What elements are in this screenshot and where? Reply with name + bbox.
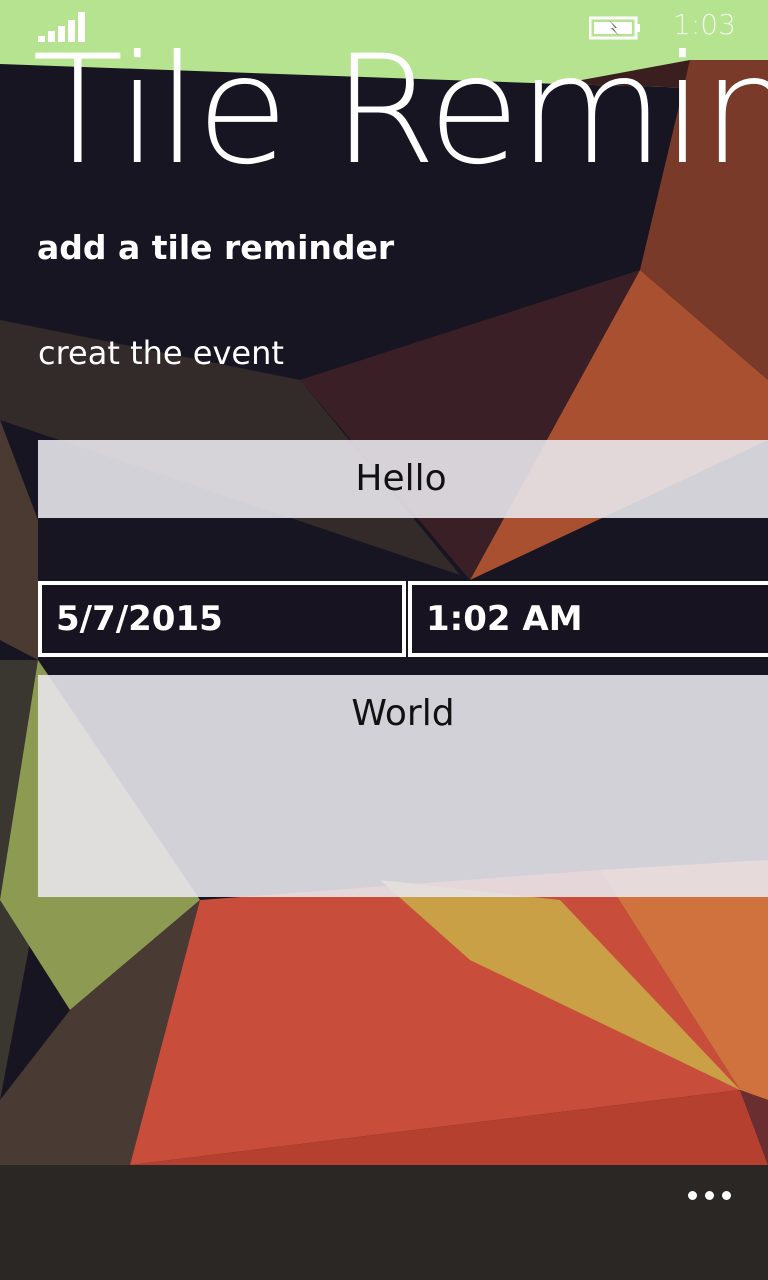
reminder-title-input[interactable]: Hello — [38, 440, 768, 518]
date-picker[interactable]: 5/7/2015 — [38, 581, 406, 657]
ellipsis-icon-dot — [705, 1191, 714, 1200]
time-picker[interactable]: 1:02 AM — [408, 581, 768, 657]
ellipsis-icon-dot — [722, 1191, 731, 1200]
date-value: 5/7/2015 — [56, 599, 223, 639]
reminder-message-input[interactable]: World — [38, 675, 768, 897]
phone-screen: 1:03 Tile Reminder add a tile reminder c… — [0, 0, 768, 1280]
app-bar — [0, 1165, 768, 1280]
time-value: 1:02 AM — [426, 599, 583, 639]
reminder-title-value: Hello — [355, 458, 447, 499]
reminder-message-value: World — [351, 693, 455, 734]
ellipsis-icon — [688, 1191, 697, 1200]
page-subtitle: add a tile reminder — [37, 228, 395, 267]
section-label: creat the event — [38, 334, 284, 372]
app-title: Tile Reminder — [32, 24, 768, 198]
more-options-button[interactable] — [680, 1173, 740, 1213]
